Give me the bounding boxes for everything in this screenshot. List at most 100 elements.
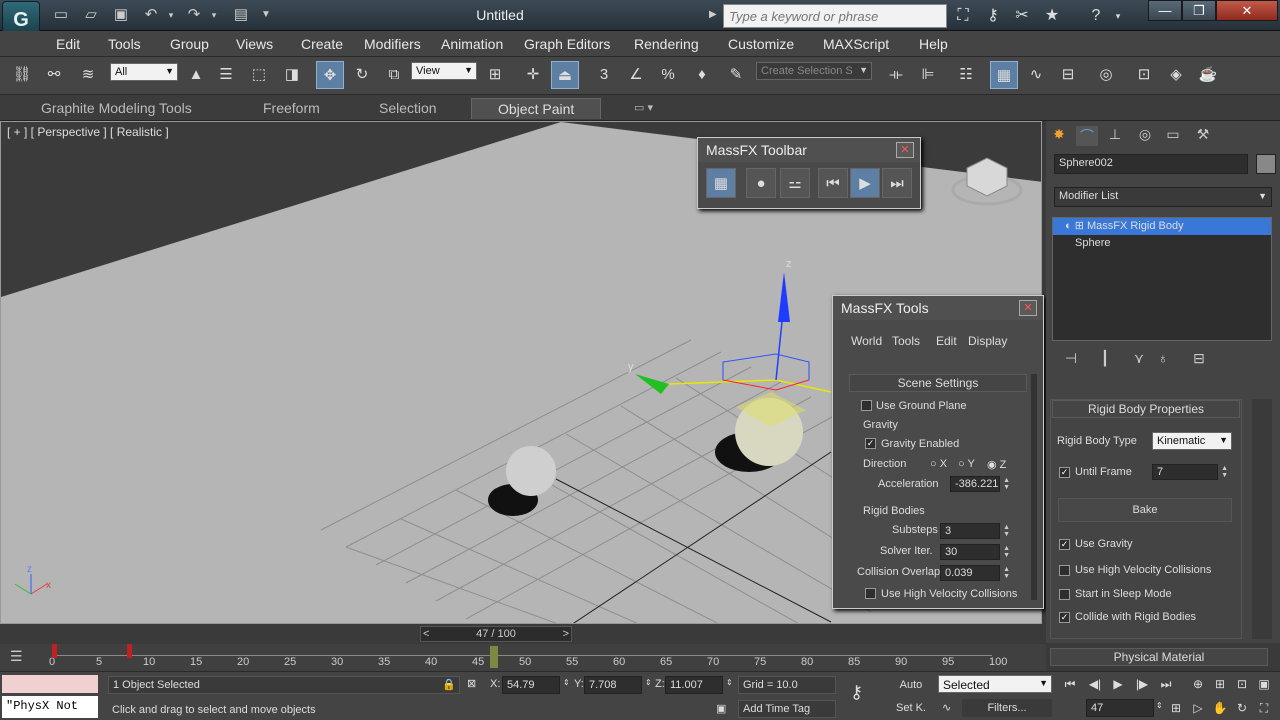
until-frame-spinner[interactable]: 7 ▲ ▼	[1152, 464, 1228, 480]
menu-graph-editors[interactable]: Graph Editors	[524, 36, 610, 52]
spinner-arrows-icon[interactable]: ▲ ▼	[1221, 465, 1228, 479]
keyframe-marker[interactable]	[52, 644, 57, 658]
menu-views[interactable]: Views	[236, 36, 273, 52]
spinner-arrows-icon[interactable]: ▲ ▼	[1003, 477, 1010, 491]
select-object-icon[interactable]: ▲	[182, 61, 210, 89]
rigid-body-properties-header[interactable]: Rigid Body Properties	[1052, 400, 1240, 418]
bind-to-space-warp-icon[interactable]: ≋	[74, 61, 102, 89]
massfx-toolbar-title[interactable]: MassFX Toolbar	[698, 138, 920, 162]
scene-settings-rollout[interactable]: Scene Settings	[849, 374, 1027, 392]
track-bar[interactable]: ☰ 0 5 10 15 20 25 30 35 40 45 50 55 60 65 70 75 80 85 90 95…	[0, 644, 1046, 671]
expand-plus-icon[interactable]: ⊞	[1075, 220, 1084, 232]
menu-edit[interactable]: Edit	[56, 36, 80, 52]
select-and-move-icon[interactable]: ✥	[316, 61, 344, 89]
close-icon[interactable]: ✕	[896, 142, 914, 158]
gravity-enabled-checkbox[interactable]: ✓	[865, 438, 876, 449]
unlink-icon[interactable]: ⚯	[40, 61, 68, 89]
open-file-icon[interactable]: ▱	[80, 5, 102, 25]
start-in-sleep-mode-checkbox[interactable]	[1059, 589, 1070, 600]
zoom-extents-all-icon[interactable]: ▣	[1254, 675, 1274, 693]
menu-group[interactable]: Group	[170, 36, 209, 52]
align-icon[interactable]: ⊫	[914, 61, 942, 89]
selection-filter-dropdown[interactable]: All ▼	[110, 63, 178, 81]
spinner-arrows-icon[interactable]: ▲ ▼	[1003, 566, 1010, 580]
step-simulation-icon[interactable]: ⏭	[882, 168, 912, 198]
help-icon[interactable]: ?	[1085, 5, 1107, 27]
light-bulb-icon[interactable]: ◐	[1065, 220, 1072, 232]
show-end-result-icon[interactable]: ┃	[1094, 350, 1116, 370]
select-by-name-icon[interactable]: ☰	[212, 61, 240, 89]
remove-modifier-icon[interactable]: ♁	[1152, 350, 1174, 370]
hierarchy-tab-icon[interactable]: ⊥	[1104, 126, 1126, 146]
configure-modifier-sets-icon[interactable]: ⊟	[1188, 350, 1210, 370]
previous-key-icon[interactable]: ◀|	[1085, 675, 1105, 693]
pivot-center-icon[interactable]: ⊞	[481, 61, 509, 89]
menu-maxscript[interactable]: MAXScript	[823, 36, 889, 52]
object-color-swatch[interactable]	[1256, 154, 1276, 174]
play-icon[interactable]: ▶	[1108, 675, 1128, 693]
physical-material-header[interactable]: Physical Material	[1050, 648, 1268, 666]
menu-rendering[interactable]: Rendering	[634, 36, 699, 52]
field-of-view-icon[interactable]: ▷	[1188, 699, 1208, 717]
viewport-label[interactable]: [ + ] [ Perspective ] [ Realistic ]	[7, 125, 169, 139]
undo-icon[interactable]: ↶	[140, 5, 162, 25]
window-crossing-icon[interactable]: ◨	[278, 61, 306, 89]
zoom-all-icon[interactable]: ⊞	[1210, 675, 1230, 693]
mini-curve-editor-icon[interactable]: ☰	[10, 648, 23, 665]
time-configuration-icon[interactable]: ⊞	[1166, 699, 1186, 717]
manipulate-icon[interactable]: ✛	[519, 61, 547, 89]
zoom-extents-icon[interactable]: ⊡	[1232, 675, 1252, 693]
key-filter-dropdown[interactable]: Selected ▼	[938, 675, 1052, 693]
render-setup-icon[interactable]: ⊡	[1130, 61, 1158, 89]
pan-view-icon[interactable]: ✋	[1210, 699, 1230, 717]
absolute-mode-icon[interactable]: ⊠	[467, 677, 476, 690]
snaps-toggle-icon[interactable]: 3	[590, 61, 618, 89]
next-frame-icon[interactable]: >	[563, 627, 569, 641]
motion-tab-icon[interactable]: ◎	[1134, 126, 1156, 146]
y-coord-field[interactable]: 7.708	[584, 676, 642, 694]
solver-iter-spinner[interactable]: 30 ▲ ▼	[940, 544, 1010, 560]
sphere-object[interactable]	[506, 446, 556, 496]
project-folder-icon[interactable]: ▤	[230, 5, 252, 25]
redo-icon[interactable]: ↷	[183, 5, 205, 25]
command-panel-scrollbar[interactable]	[1252, 399, 1272, 639]
add-time-tag[interactable]: Add Time Tag	[738, 700, 836, 718]
selection-lock-icon[interactable]: 🔒	[442, 678, 456, 691]
quick-access-dropdown-icon[interactable]: ▼	[255, 5, 277, 25]
select-and-rotate-icon[interactable]: ↻	[348, 61, 376, 89]
communication-center-icon[interactable]: ✂	[1011, 5, 1033, 27]
modifier-stack-item-massfx[interactable]: ◐ ⊞ MassFX Rigid Body	[1053, 218, 1271, 235]
rigid-body-type-dropdown[interactable]: Kinematic ▼	[1152, 432, 1232, 450]
rectangular-selection-icon[interactable]: ⬚	[245, 61, 273, 89]
pin-stack-icon[interactable]: ⊣	[1060, 350, 1082, 370]
help-dropdown-icon[interactable]: ▾	[1107, 5, 1129, 27]
direction-z-radio[interactable]: ◉ Z	[987, 458, 1006, 471]
make-unique-icon[interactable]: ⋎	[1128, 350, 1150, 370]
z-coord-field[interactable]: 11.007	[665, 676, 723, 694]
close-button[interactable]: ✕	[1216, 0, 1278, 21]
tab-display[interactable]: Display	[968, 334, 1007, 348]
acceleration-spinner[interactable]: -386.221 ▲ ▼	[950, 476, 1010, 492]
set-key-button[interactable]: Set K.	[888, 699, 934, 717]
named-selection-set-dropdown[interactable]: Create Selection S ▼	[756, 62, 872, 80]
new-file-icon[interactable]: ▭	[50, 5, 72, 25]
spinner-arrows-icon[interactable]: ▲ ▼	[1003, 524, 1010, 538]
material-editor-icon[interactable]: ◎	[1092, 61, 1120, 89]
collide-with-rigid-bodies-checkbox[interactable]: ✓	[1059, 612, 1070, 623]
tab-world[interactable]: World	[851, 334, 882, 348]
orbit-icon[interactable]: ↻	[1232, 699, 1252, 717]
start-simulation-icon[interactable]: ▶	[850, 168, 880, 198]
bake-button[interactable]: Bake	[1058, 498, 1232, 522]
substeps-spinner[interactable]: 3 ▲ ▼	[940, 523, 1010, 539]
go-to-end-icon[interactable]: ⏭	[1156, 675, 1176, 693]
layer-manager-icon[interactable]: ☷	[952, 61, 980, 89]
angle-snap-icon[interactable]: ∠	[622, 61, 650, 89]
redo-dropdown-icon[interactable]: ▾	[203, 5, 225, 25]
schematic-view-icon[interactable]: ⊟	[1054, 61, 1082, 89]
massfx-tools-icon[interactable]: ▦	[706, 168, 736, 198]
restore-button[interactable]: ❐	[1182, 0, 1216, 21]
reset-simulation-icon[interactable]: ⏮	[818, 168, 848, 198]
menu-customize[interactable]: Customize	[728, 36, 794, 52]
maximize-viewport-icon[interactable]: ⛶	[1254, 699, 1274, 717]
menu-help[interactable]: Help	[919, 36, 948, 52]
